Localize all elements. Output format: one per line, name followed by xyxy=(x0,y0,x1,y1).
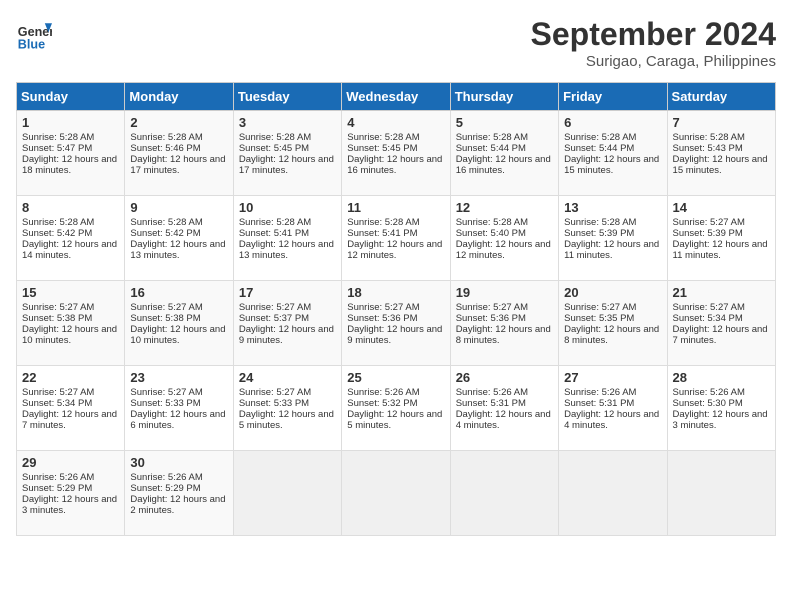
calendar-cell: 26Sunrise: 5:26 AMSunset: 5:31 PMDayligh… xyxy=(450,366,558,451)
day-number: 3 xyxy=(239,115,336,130)
col-thursday: Thursday xyxy=(450,83,558,111)
logo-icon: General Blue xyxy=(16,16,52,52)
calendar-cell xyxy=(667,451,775,536)
col-sunday: Sunday xyxy=(17,83,125,111)
day-number: 5 xyxy=(456,115,553,130)
day-number: 9 xyxy=(130,200,227,215)
month-title: September 2024 xyxy=(531,16,776,53)
day-number: 30 xyxy=(130,455,227,470)
calendar-cell: 17Sunrise: 5:27 AMSunset: 5:37 PMDayligh… xyxy=(233,281,341,366)
col-tuesday: Tuesday xyxy=(233,83,341,111)
calendar-cell: 5Sunrise: 5:28 AMSunset: 5:44 PMDaylight… xyxy=(450,111,558,196)
day-number: 10 xyxy=(239,200,336,215)
calendar-row: 8Sunrise: 5:28 AMSunset: 5:42 PMDaylight… xyxy=(17,196,776,281)
day-number: 14 xyxy=(673,200,770,215)
calendar-row: 22Sunrise: 5:27 AMSunset: 5:34 PMDayligh… xyxy=(17,366,776,451)
day-number: 24 xyxy=(239,370,336,385)
calendar-cell: 9Sunrise: 5:28 AMSunset: 5:42 PMDaylight… xyxy=(125,196,233,281)
calendar-cell: 25Sunrise: 5:26 AMSunset: 5:32 PMDayligh… xyxy=(342,366,450,451)
calendar-cell: 2Sunrise: 5:28 AMSunset: 5:46 PMDaylight… xyxy=(125,111,233,196)
col-saturday: Saturday xyxy=(667,83,775,111)
calendar-cell: 30Sunrise: 5:26 AMSunset: 5:29 PMDayligh… xyxy=(125,451,233,536)
calendar-cell: 29Sunrise: 5:26 AMSunset: 5:29 PMDayligh… xyxy=(17,451,125,536)
calendar-cell: 8Sunrise: 5:28 AMSunset: 5:42 PMDaylight… xyxy=(17,196,125,281)
calendar-cell xyxy=(342,451,450,536)
page-header: General Blue September 2024 Surigao, Car… xyxy=(16,16,776,70)
day-number: 20 xyxy=(564,285,661,300)
calendar-cell: 7Sunrise: 5:28 AMSunset: 5:43 PMDaylight… xyxy=(667,111,775,196)
calendar-cell: 3Sunrise: 5:28 AMSunset: 5:45 PMDaylight… xyxy=(233,111,341,196)
day-number: 25 xyxy=(347,370,444,385)
calendar-cell: 10Sunrise: 5:28 AMSunset: 5:41 PMDayligh… xyxy=(233,196,341,281)
calendar-cell: 11Sunrise: 5:28 AMSunset: 5:41 PMDayligh… xyxy=(342,196,450,281)
title-area: September 2024 Surigao, Caraga, Philippi… xyxy=(531,16,776,70)
calendar-row: 1Sunrise: 5:28 AMSunset: 5:47 PMDaylight… xyxy=(17,111,776,196)
calendar-cell: 24Sunrise: 5:27 AMSunset: 5:33 PMDayligh… xyxy=(233,366,341,451)
calendar-cell: 27Sunrise: 5:26 AMSunset: 5:31 PMDayligh… xyxy=(559,366,667,451)
calendar-cell: 14Sunrise: 5:27 AMSunset: 5:39 PMDayligh… xyxy=(667,196,775,281)
day-number: 11 xyxy=(347,200,444,215)
calendar-row: 15Sunrise: 5:27 AMSunset: 5:38 PMDayligh… xyxy=(17,281,776,366)
day-number: 16 xyxy=(130,285,227,300)
day-number: 27 xyxy=(564,370,661,385)
day-number: 6 xyxy=(564,115,661,130)
day-number: 7 xyxy=(673,115,770,130)
calendar-cell: 18Sunrise: 5:27 AMSunset: 5:36 PMDayligh… xyxy=(342,281,450,366)
calendar-cell: 21Sunrise: 5:27 AMSunset: 5:34 PMDayligh… xyxy=(667,281,775,366)
calendar-cell xyxy=(559,451,667,536)
day-number: 29 xyxy=(22,455,119,470)
col-friday: Friday xyxy=(559,83,667,111)
day-number: 8 xyxy=(22,200,119,215)
calendar-cell: 6Sunrise: 5:28 AMSunset: 5:44 PMDaylight… xyxy=(559,111,667,196)
day-number: 26 xyxy=(456,370,553,385)
day-number: 2 xyxy=(130,115,227,130)
calendar-row: 29Sunrise: 5:26 AMSunset: 5:29 PMDayligh… xyxy=(17,451,776,536)
calendar-cell: 1Sunrise: 5:28 AMSunset: 5:47 PMDaylight… xyxy=(17,111,125,196)
day-number: 22 xyxy=(22,370,119,385)
day-number: 15 xyxy=(22,285,119,300)
calendar-cell: 28Sunrise: 5:26 AMSunset: 5:30 PMDayligh… xyxy=(667,366,775,451)
day-number: 18 xyxy=(347,285,444,300)
header-row: Sunday Monday Tuesday Wednesday Thursday… xyxy=(17,83,776,111)
day-number: 23 xyxy=(130,370,227,385)
day-number: 1 xyxy=(22,115,119,130)
calendar-cell: 22Sunrise: 5:27 AMSunset: 5:34 PMDayligh… xyxy=(17,366,125,451)
calendar-cell: 20Sunrise: 5:27 AMSunset: 5:35 PMDayligh… xyxy=(559,281,667,366)
calendar-cell: 16Sunrise: 5:27 AMSunset: 5:38 PMDayligh… xyxy=(125,281,233,366)
day-number: 28 xyxy=(673,370,770,385)
col-wednesday: Wednesday xyxy=(342,83,450,111)
calendar-cell: 19Sunrise: 5:27 AMSunset: 5:36 PMDayligh… xyxy=(450,281,558,366)
day-number: 4 xyxy=(347,115,444,130)
calendar-cell: 23Sunrise: 5:27 AMSunset: 5:33 PMDayligh… xyxy=(125,366,233,451)
col-monday: Monday xyxy=(125,83,233,111)
day-number: 13 xyxy=(564,200,661,215)
calendar-cell xyxy=(450,451,558,536)
day-number: 19 xyxy=(456,285,553,300)
calendar-cell: 4Sunrise: 5:28 AMSunset: 5:45 PMDaylight… xyxy=(342,111,450,196)
calendar-cell xyxy=(233,451,341,536)
day-number: 21 xyxy=(673,285,770,300)
day-number: 17 xyxy=(239,285,336,300)
svg-text:Blue: Blue xyxy=(18,37,45,51)
calendar-table: Sunday Monday Tuesday Wednesday Thursday… xyxy=(16,82,776,536)
day-number: 12 xyxy=(456,200,553,215)
calendar-cell: 13Sunrise: 5:28 AMSunset: 5:39 PMDayligh… xyxy=(559,196,667,281)
location-subtitle: Surigao, Caraga, Philippines xyxy=(531,53,776,70)
calendar-cell: 15Sunrise: 5:27 AMSunset: 5:38 PMDayligh… xyxy=(17,281,125,366)
calendar-cell: 12Sunrise: 5:28 AMSunset: 5:40 PMDayligh… xyxy=(450,196,558,281)
logo: General Blue xyxy=(16,16,52,52)
